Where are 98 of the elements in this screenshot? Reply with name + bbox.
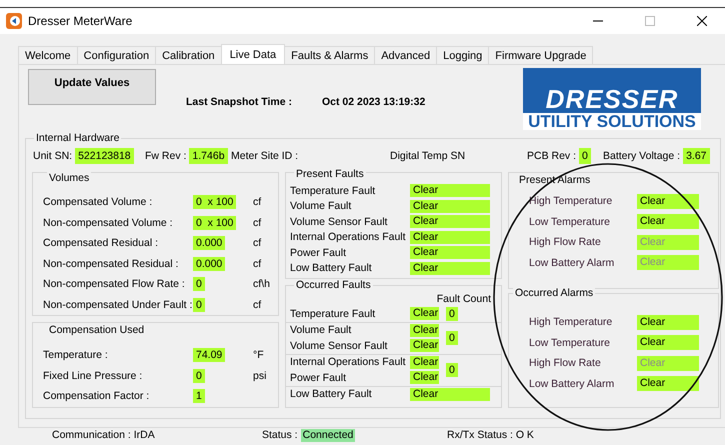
fault-label: Volume Sensor Fault	[290, 216, 388, 228]
field-label: Non-compensated Residual :	[43, 258, 180, 270]
fault-label: Low Battery Fault	[290, 262, 373, 274]
fault-count: 0	[446, 331, 458, 345]
fault-status: Clear	[410, 339, 439, 352]
update-values-button[interactable]: Update Values	[28, 69, 156, 105]
field-label: Fixed Line Pressure :	[43, 370, 144, 382]
connection-status: Connected	[300, 429, 356, 442]
fault-status: Clear	[410, 246, 490, 260]
alarm-label: High Temperature	[529, 316, 614, 328]
app-icon	[6, 13, 22, 29]
field-value: 0 x 100	[193, 216, 236, 230]
close-icon	[697, 16, 707, 26]
fault-status: Clear	[410, 215, 490, 228]
field-value: 1.746b	[189, 148, 228, 164]
tab[interactable]: Live Data	[220, 44, 286, 64]
field-label: Battery Voltage :	[603, 150, 680, 162]
fault-label: Power Fault	[290, 246, 348, 259]
fault-label: Volume Fault	[290, 324, 352, 336]
field-label: Temperature :	[43, 349, 109, 362]
unit-label: cf	[253, 216, 262, 229]
maximize-icon	[645, 16, 655, 26]
field-value: 0	[579, 148, 591, 164]
field-value: 3.67	[683, 148, 710, 164]
alarm-label: Low Temperature	[529, 336, 611, 349]
alarm-status: Clear	[637, 356, 699, 371]
field-value: 0 x 100	[193, 195, 236, 210]
fault-status: Clear	[410, 262, 490, 275]
fault-status: Clear	[410, 307, 439, 320]
rx-tx-status: Rx/Tx Status : O K	[447, 429, 534, 442]
unit-label: cf	[253, 258, 262, 270]
field-label: Unit SN:	[33, 150, 72, 162]
fault-status: Clear	[410, 371, 439, 384]
alarm-status: Clear	[637, 314, 699, 330]
field-label: Compensated Residual :	[43, 237, 159, 250]
unit-label: cf	[253, 298, 262, 311]
group-title: Compensation Used	[47, 324, 146, 337]
alarm-label: High Flow Rate	[529, 357, 602, 370]
alarm-status: Clear	[637, 255, 699, 270]
snapshot-label: Last Snapshot Time :	[186, 96, 292, 110]
fault-status: Clear	[410, 388, 490, 401]
fault-status: Clear	[410, 356, 439, 369]
unit-label: cf	[253, 237, 262, 250]
alarm-status: Clear	[637, 194, 699, 209]
field-label: Fw Rev :	[145, 150, 186, 162]
alarm-status: Clear	[637, 335, 699, 350]
field-value: 1	[193, 389, 205, 404]
field-label: Digital Temp SN	[390, 150, 466, 162]
fault-label: Internal Operations Fault	[290, 356, 407, 368]
unit-label: psi	[253, 370, 268, 382]
tab[interactable]: Firmware Upgrade	[488, 46, 594, 64]
field-label: Non-compensated Volume :	[43, 216, 174, 229]
unit-label: cf\h	[253, 278, 271, 290]
fault-label: Volume Sensor Fault	[290, 340, 388, 352]
alarm-label: Low Temperature	[529, 216, 611, 228]
fault-count-heading: Fault Count	[436, 293, 491, 305]
field-value: 74.09	[193, 348, 226, 362]
alarm-label: Low Battery Alarm	[529, 256, 616, 269]
field-value: 0.000	[193, 256, 226, 271]
alarm-label: High Temperature	[529, 195, 614, 208]
field-value: 522123818	[75, 148, 134, 164]
fault-label: Low Battery Fault	[290, 388, 373, 400]
alarm-status: Clear	[637, 376, 699, 392]
fault-label: Volume Fault	[290, 200, 352, 212]
alarm-status: Clear	[637, 214, 699, 230]
alarm-label: High Flow Rate	[529, 236, 602, 248]
tab[interactable]: Welcome	[18, 46, 78, 64]
tab[interactable]: Configuration	[76, 46, 156, 64]
alarm-label: Low Battery Alarm	[529, 378, 616, 390]
field-label: Compensated Volume :	[43, 196, 154, 208]
fault-status: Clear	[410, 230, 490, 244]
fault-count: 0	[446, 306, 458, 321]
unit-label: °F	[253, 349, 265, 362]
field-label: Compensation Factor :	[43, 390, 150, 402]
fault-status: Clear	[410, 200, 490, 213]
field-label: PCB Rev :	[527, 150, 576, 162]
fault-label: Temperature Fault	[290, 308, 376, 320]
fault-label: Power Fault	[290, 372, 348, 384]
field-label: Meter Site ID :	[231, 150, 298, 162]
fault-label: Temperature Fault	[290, 184, 376, 197]
window-title: Dresser MeterWare	[28, 14, 132, 28]
company-logo: DRESSER UTILITY SOLUTIONS	[523, 68, 701, 130]
field-value: 0	[193, 368, 205, 383]
field-value: 0.000	[193, 236, 226, 250]
field-label: Non-compensated Flow Rate :	[43, 278, 186, 290]
fault-status: Clear	[410, 184, 490, 198]
alarm-status: Clear	[637, 234, 699, 250]
fault-count: 0	[446, 363, 458, 377]
field-label: Non-compensated Under Fault :	[43, 298, 193, 311]
fault-label: Internal Operations Fault	[290, 231, 407, 244]
tab[interactable]: Logging	[436, 46, 490, 64]
communication-status: Communication : IrDA	[52, 429, 156, 442]
snapshot-time: Oct 02 2023 13:19:32	[322, 96, 426, 110]
fault-status: Clear	[410, 324, 439, 337]
status-label: Status :	[262, 429, 298, 442]
unit-label: cf	[253, 196, 262, 208]
field-value: 0	[193, 277, 205, 292]
field-value: 0	[193, 298, 205, 312]
